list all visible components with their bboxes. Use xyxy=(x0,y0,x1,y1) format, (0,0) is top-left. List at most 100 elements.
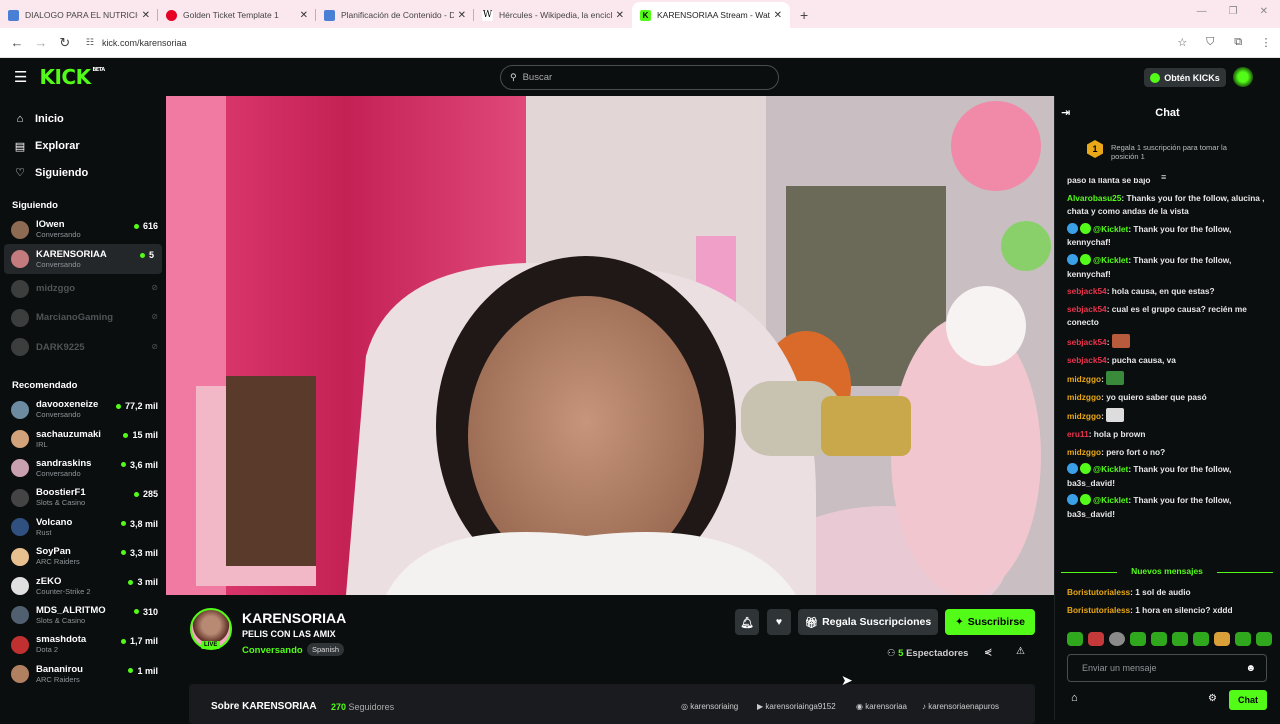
sidebar-channel[interactable]: davooxeneize Conversando 77,2 mil xyxy=(0,395,166,424)
sidebar-channel[interactable]: MarcianoGaming ⊘ xyxy=(0,303,166,332)
close-window-icon[interactable]: ✕ xyxy=(1260,6,1268,17)
chat-username[interactable]: @Kicklet xyxy=(1093,224,1128,234)
sidebar-channel[interactable]: smashdota Dota 2 1,7 mil xyxy=(0,630,166,659)
emote-icon[interactable] xyxy=(1067,632,1083,646)
chat-username[interactable]: sebjack54 xyxy=(1067,304,1107,314)
chat-username[interactable]: sebjack54 xyxy=(1067,337,1107,347)
share-icon[interactable]: ⋞ xyxy=(984,647,992,658)
chat-username[interactable]: midzggo xyxy=(1067,374,1101,384)
sidebar-channel[interactable]: sachauzumaki IRL 15 mil xyxy=(0,424,166,453)
chat-username[interactable]: @Kicklet xyxy=(1093,255,1128,265)
emote-icon[interactable] xyxy=(1256,632,1272,646)
emote-icon[interactable] xyxy=(1214,632,1230,646)
emote-icon xyxy=(1106,371,1125,386)
chat-username[interactable]: eru11 xyxy=(1067,429,1089,439)
browser-tab[interactable]: Golden Ticket Template 1 ✕ xyxy=(158,2,316,28)
emote-icon[interactable] xyxy=(1151,632,1167,646)
gift-leaderboard[interactable]: 1 Regala 1 suscripción para tomar la pos… xyxy=(1055,130,1280,174)
sidebar-channel[interactable]: Bananirou ARC Raiders 1 mil xyxy=(0,660,166,689)
site-info-icon[interactable]: ☷ xyxy=(86,37,94,48)
sidebar-channel[interactable]: DARK9225 ⊘ xyxy=(0,333,166,362)
gift-icon[interactable]: ⌂ xyxy=(1071,692,1078,704)
maximize-icon[interactable]: ❐ xyxy=(1229,6,1238,17)
browser-tab[interactable]: Planificación de Contenido - Di ✕ xyxy=(316,2,474,28)
search-input[interactable]: ⚲ Buscar xyxy=(500,65,779,90)
chat-username[interactable]: sebjack54 xyxy=(1067,286,1107,296)
browser-tab-active[interactable]: K KARENSORIAA Stream - Watch ✕ xyxy=(632,2,790,28)
follow-button[interactable]: ♥ xyxy=(767,609,791,635)
close-tab-icon[interactable]: ✕ xyxy=(458,10,466,21)
new-messages-divider[interactable]: Nuevos mensajes xyxy=(1061,566,1273,576)
sidebar-channel[interactable]: midzggo ⊘ xyxy=(0,274,166,303)
sidebar-channel[interactable]: BoostierF1 Slots & Casino 285 xyxy=(0,483,166,512)
chat-username[interactable]: sebjack54 xyxy=(1067,355,1107,365)
sidebar-channel[interactable]: sandraskins Conversando 3,6 mil xyxy=(0,454,166,483)
emote-icon[interactable] xyxy=(1235,632,1251,646)
streamer-name[interactable]: KARENSORIAA xyxy=(242,610,346,626)
collapse-chat-icon[interactable]: ⇥ xyxy=(1061,106,1070,119)
bookmark-star-icon[interactable]: ☆ xyxy=(1168,36,1196,49)
shield-icon[interactable]: ⛉ xyxy=(1196,36,1224,49)
subscribe-button[interactable]: ✦ Suscribirse xyxy=(945,609,1035,635)
new-tab-icon[interactable]: + xyxy=(800,7,808,23)
report-icon[interactable]: ⚠ xyxy=(1016,646,1025,657)
nav-explore[interactable]: ▤ Explorar xyxy=(0,133,166,160)
sidebar-channel-selected[interactable]: KARENSORIAA Conversando 5 xyxy=(4,244,162,274)
sidebar-channel[interactable]: zEKO Counter-Strike 23 mil xyxy=(0,571,166,600)
close-tab-icon[interactable]: ✕ xyxy=(142,10,150,21)
notifications-button[interactable]: 🔔︎ xyxy=(735,609,759,635)
youtube-link[interactable]: ▶ karensoriainga9152 xyxy=(757,702,836,711)
browser-tab[interactable]: DIALOGO PARA EL NUTRICION✕ xyxy=(0,2,158,28)
verified-badge-icon xyxy=(1080,222,1091,234)
gear-icon[interactable]: ⚙ xyxy=(1208,693,1217,704)
gift-subs-button[interactable]: 🎁︎ Regala Suscripciones xyxy=(798,609,938,635)
emoji-picker-icon[interactable]: ☻ xyxy=(1245,663,1256,674)
emote-icon[interactable] xyxy=(1172,632,1188,646)
chat-input[interactable]: Enviar un mensaje ☻ xyxy=(1067,654,1267,682)
chat-username[interactable]: midzggo xyxy=(1067,447,1101,457)
nav-home[interactable]: ⌂ Inicio xyxy=(0,106,166,133)
chat-message: Boristutorialess: 1 hora en silencio? xd… xyxy=(1067,604,1233,615)
chat-username[interactable]: @Kicklet xyxy=(1093,464,1128,474)
discord-link[interactable]: ◉ karensoriaa xyxy=(856,702,907,711)
emote-icon[interactable] xyxy=(1109,632,1125,646)
stream-category[interactable]: Conversando xyxy=(242,645,303,656)
chat-username[interactable]: @Kicklet xyxy=(1093,495,1128,505)
sidebar-channel[interactable]: lOwen Conversando 616 xyxy=(0,215,166,244)
forward-icon[interactable]: → xyxy=(34,35,48,50)
explore-icon: ▤ xyxy=(14,140,26,153)
get-kicks-button[interactable]: Obtén KICKs xyxy=(1144,68,1226,87)
minimize-icon[interactable]: — xyxy=(1197,6,1207,17)
close-tab-icon[interactable]: ✕ xyxy=(616,10,624,21)
chat-username[interactable]: Alvarobasu25 xyxy=(1067,193,1121,203)
kick-logo[interactable]: KICK BETA xyxy=(39,65,105,89)
user-avatar[interactable] xyxy=(1233,67,1253,87)
chat-username[interactable]: Boristutorialess xyxy=(1067,605,1130,615)
close-tab-icon[interactable]: ✕ xyxy=(774,10,782,21)
send-chat-button[interactable]: Chat xyxy=(1229,690,1267,710)
chat-message: @Kicklet: Thank you for the follow, kenn… xyxy=(1067,253,1232,279)
chat-username[interactable]: midzggo xyxy=(1067,392,1101,402)
sidebar-channel[interactable]: SoyPan ARC Raiders 3,3 mil xyxy=(0,542,166,571)
nav-following[interactable]: ♡ Siguiendo xyxy=(0,159,166,186)
video-player[interactable] xyxy=(166,96,1054,595)
url-field[interactable]: ☷ kick.com/karensoriaa xyxy=(82,32,1169,54)
sidebar-channel[interactable]: MDS_ALRITMO Slots & Casino 310 xyxy=(0,601,166,630)
chat-username[interactable]: midzggo xyxy=(1067,411,1101,421)
extensions-icon[interactable]: ⧉ xyxy=(1224,36,1252,49)
emote-icon[interactable] xyxy=(1130,632,1146,646)
instagram-link[interactable]: ◎ karensoriaing xyxy=(681,702,738,711)
reload-icon[interactable]: ↻ xyxy=(58,35,72,51)
language-tag[interactable]: Spanish xyxy=(307,643,345,656)
emote-icon[interactable] xyxy=(1088,632,1104,646)
chat-username[interactable]: Boristutorialess xyxy=(1067,587,1130,597)
back-icon[interactable]: ← xyxy=(10,35,24,50)
sidebar-channel[interactable]: Volcano Rust 3,8 mil xyxy=(0,513,166,542)
browser-tab[interactable]: W Hércules - Wikipedia, la enciclo ✕ xyxy=(474,2,632,28)
live-dot-icon xyxy=(123,432,129,438)
close-tab-icon[interactable]: ✕ xyxy=(300,10,308,21)
tiktok-link[interactable]: ♪ karensoriaenapuros xyxy=(922,702,999,711)
emote-icon[interactable] xyxy=(1193,632,1209,646)
menu-icon[interactable]: ⋮ xyxy=(1252,36,1280,49)
hamburger-menu-icon[interactable]: ☰ xyxy=(14,68,27,86)
